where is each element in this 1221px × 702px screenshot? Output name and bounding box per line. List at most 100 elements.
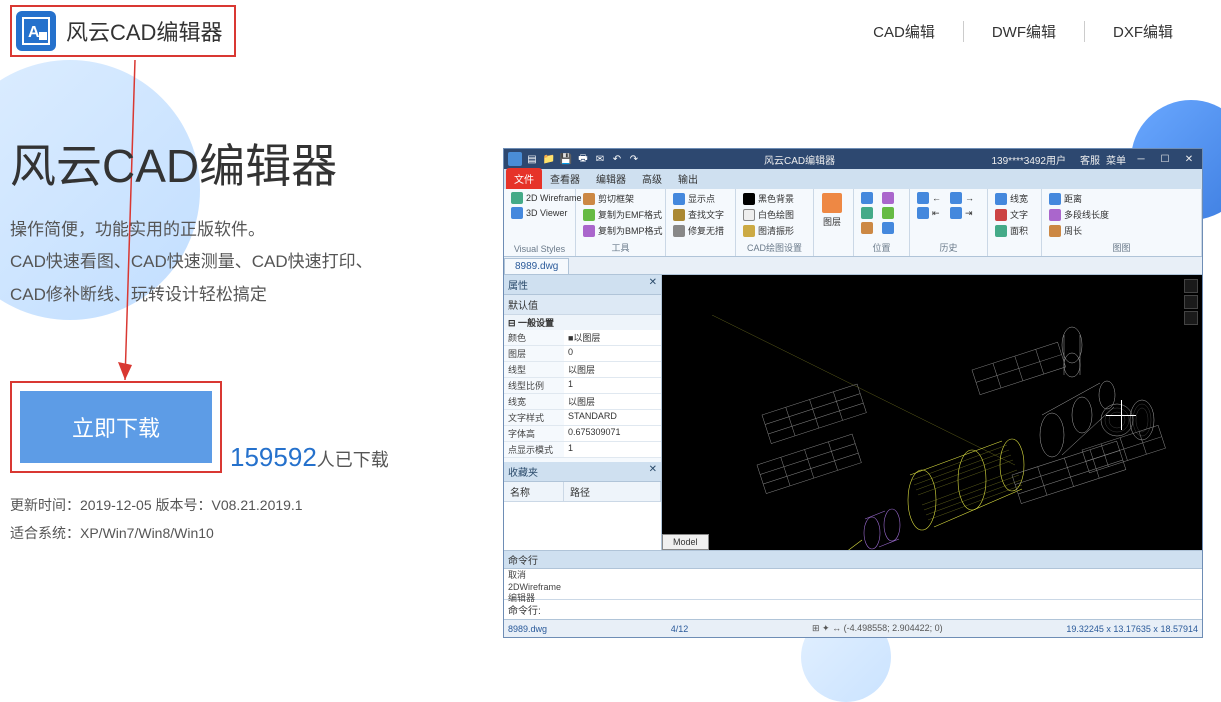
btn-pos-4[interactable] [879, 191, 897, 205]
btn-polyline-length[interactable]: 多段线长度 [1046, 207, 1112, 222]
prop-lineweight-value[interactable]: 以图层 [564, 394, 661, 409]
btn-nav-up[interactable]: ⇤ [914, 206, 944, 220]
close-icon[interactable]: ✕ [1180, 152, 1198, 166]
titlebar-new-icon[interactable]: ▤ [525, 152, 539, 166]
logo-area-highlighted: A 风云CAD编辑器 [10, 5, 236, 57]
col-name[interactable]: 名称 [504, 482, 564, 501]
download-suffix: 人已下载 [317, 450, 389, 470]
command-input[interactable]: 命令行: [504, 599, 1202, 619]
download-number: 159592 [230, 442, 317, 472]
btn-area[interactable]: 面积 [992, 223, 1031, 238]
prop-textstyle-value[interactable]: STANDARD [564, 410, 661, 425]
btn-perimeter[interactable]: 周长 [1046, 223, 1112, 238]
crosshair-icon [1106, 400, 1136, 430]
btn-black-bg[interactable]: 黑色背景 [740, 191, 797, 206]
prop-layer-value[interactable]: 0 [564, 346, 661, 361]
titlebar-open-icon[interactable]: 📁 [542, 152, 556, 166]
btn-2d-wireframe[interactable]: 2D Wireframe [508, 191, 585, 205]
download-button[interactable]: 立即下载 [20, 391, 212, 463]
vp-control-3[interactable] [1184, 311, 1198, 325]
titlebar-user[interactable]: 139****3492用户 [992, 152, 1067, 167]
btn-lineweight[interactable]: 线宽 [992, 191, 1031, 206]
titlebar-undo-icon[interactable]: ↶ [610, 152, 624, 166]
btn-find-text[interactable]: 查找文字 [670, 207, 727, 222]
panel-close-icon[interactable]: ✕ [649, 464, 657, 479]
workspace: 属性✕ 默认值 一般设置 颜色■以图层 图层0 线型以图层 线型比例1 线宽以图… [504, 275, 1202, 550]
status-file: 8989.dwg [508, 624, 547, 634]
ribbon-tab-editor[interactable]: 编辑器 [588, 168, 634, 189]
btn-show-points[interactable]: 显示点 [670, 191, 727, 206]
btn-nav-left[interactable]: ← [914, 191, 944, 205]
favorites-list: 名称 路径 [504, 482, 661, 550]
status-dimensions: 19.32245 x 13.17635 x 18.57914 [1066, 624, 1198, 634]
nav-dwf-edit[interactable]: DWF编辑 [964, 21, 1085, 42]
titlebar-service[interactable]: 客服 [1080, 152, 1100, 167]
prop-linetype-value[interactable]: 以图层 [564, 362, 661, 377]
prop-textheight-value[interactable]: 0.675309071 [564, 426, 661, 441]
titlebar-redo-icon[interactable]: ↷ [627, 152, 641, 166]
btn-text[interactable]: 文字 [992, 207, 1031, 222]
btn-copy-bmp[interactable]: 复制为BMP格式 [580, 223, 666, 238]
update-label: 更新时间： [10, 497, 80, 513]
prop-color-value[interactable]: ■以图层 [564, 330, 661, 345]
btn-3d-viewer[interactable]: 3D Viewer [508, 206, 585, 220]
btn-white-draw[interactable]: 白色绘图 [740, 207, 797, 222]
document-tab[interactable]: 8989.dwg [504, 258, 569, 274]
nav-dxf-edit[interactable]: DXF编辑 [1085, 21, 1201, 42]
btn-distance[interactable]: 距离 [1046, 191, 1112, 206]
properties-header: 属性✕ [504, 275, 661, 295]
favorites-header: 收藏夹✕ [504, 462, 661, 482]
titlebar-app-icon [508, 152, 522, 166]
ribbon: 2D Wireframe 3D Viewer Visual Styles 剪切框… [504, 189, 1202, 257]
col-path[interactable]: 路径 [564, 482, 661, 501]
prop-pointmode-value[interactable]: 1 [564, 442, 661, 457]
minimize-icon[interactable]: ─ [1132, 152, 1150, 166]
download-highlight-box: 立即下载 [10, 381, 222, 473]
btn-pos-3[interactable] [858, 221, 876, 235]
titlebar-print-icon[interactable]: 🖶 [576, 152, 590, 166]
hero-content: 风云CAD编辑器 操作简便，功能实用的正版软件。 CAD快速看图、CAD快速测量… [10, 130, 470, 547]
ribbon-tab-file[interactable]: 文件 [506, 168, 542, 189]
group-cad-settings: CAD绘图设置 [740, 239, 809, 254]
btn-pos-6[interactable] [879, 221, 897, 235]
btn-nav-right[interactable]: → [947, 191, 977, 205]
prop-color-label: 颜色 [504, 330, 564, 345]
btn-pos-2[interactable] [858, 206, 876, 220]
prop-textheight-label: 字体高 [504, 426, 564, 441]
download-area: 立即下载 159592人已下载 更新时间：2019-12-05 版本号：V08.… [10, 381, 470, 547]
prop-ltscale-value[interactable]: 1 [564, 378, 661, 393]
nav-links: CAD编辑 DWF编辑 DXF编辑 [845, 21, 1201, 42]
btn-copy-emf[interactable]: 复制为EMF格式 [580, 207, 666, 222]
btn-clear-shape[interactable]: 图清振形 [740, 223, 797, 238]
titlebar-mail-icon[interactable]: ✉ [593, 152, 607, 166]
nav-cad-edit[interactable]: CAD编辑 [845, 21, 964, 42]
group-tools: 工具 [580, 239, 661, 254]
btn-nav-down[interactable]: ⇥ [947, 206, 977, 220]
ribbon-tab-advanced[interactable]: 高级 [634, 168, 670, 189]
btn-cut-frame[interactable]: 剪切框架 [580, 191, 666, 206]
btn-pos-5[interactable] [879, 206, 897, 220]
ribbon-tab-output[interactable]: 输出 [670, 168, 706, 189]
prop-linetype-label: 线型 [504, 362, 564, 377]
btn-repair[interactable]: 修复无措 [670, 223, 727, 238]
top-nav: A 风云CAD编辑器 CAD编辑 DWF编辑 DXF编辑 [0, 0, 1221, 62]
prop-section-general[interactable]: 一般设置 [504, 315, 661, 330]
titlebar-save-icon[interactable]: 💾 [559, 152, 573, 166]
hero-title: 风云CAD编辑器 [10, 130, 470, 196]
titlebar-menu[interactable]: 菜单 [1106, 152, 1126, 167]
viewport[interactable]: Model [662, 275, 1202, 550]
model-tab[interactable]: Model [662, 534, 709, 550]
btn-pos-1[interactable] [858, 191, 876, 205]
vp-control-2[interactable] [1184, 295, 1198, 309]
panel-close-icon[interactable]: ✕ [649, 277, 657, 292]
update-value: 2019-12-05 [80, 497, 152, 513]
vp-control-1[interactable] [1184, 279, 1198, 293]
meta-info: 更新时间：2019-12-05 版本号：V08.21.2019.1 适合系统：X… [10, 491, 470, 547]
download-count: 159592人已下载 [230, 442, 389, 473]
group-history: 历史 [914, 239, 983, 254]
wireframe-model [712, 315, 1172, 550]
group-visual-styles: Visual Styles [508, 242, 571, 254]
maximize-icon[interactable]: ☐ [1156, 152, 1174, 166]
btn-layers[interactable]: 图层 [818, 191, 846, 252]
ribbon-tab-viewer[interactable]: 查看器 [542, 168, 588, 189]
